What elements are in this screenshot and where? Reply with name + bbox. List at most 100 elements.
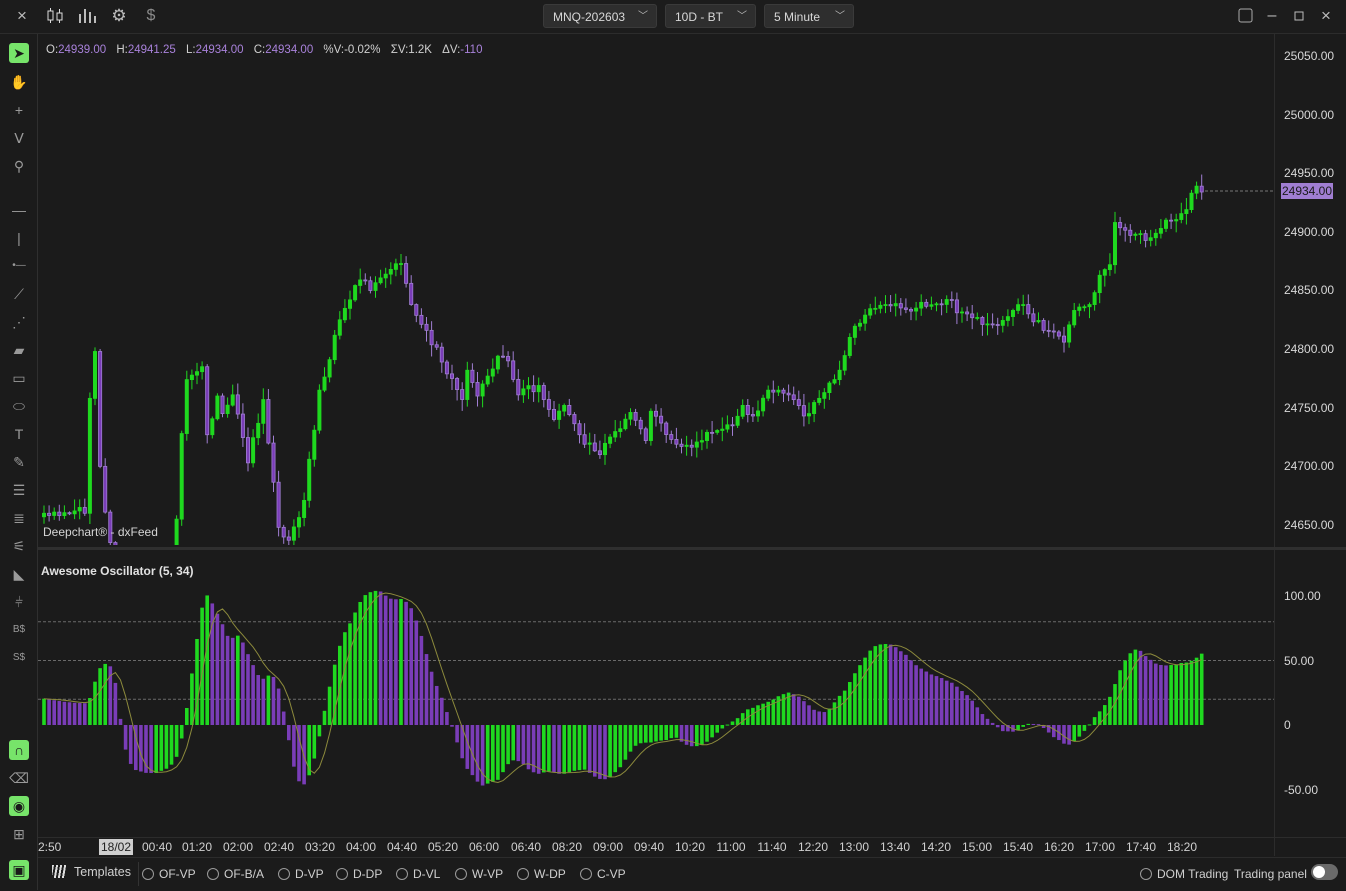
candle-down — [592, 442, 597, 452]
candle-down — [475, 382, 480, 397]
bottom-separator — [138, 862, 139, 886]
ao-bar — [149, 725, 153, 774]
ao-bar — [128, 725, 133, 764]
preset-radio-ddp[interactable]: D-DP — [336, 867, 382, 881]
ao-bar — [93, 681, 97, 725]
candle-up — [618, 428, 623, 432]
preset-radio-cvp[interactable]: C-VP — [580, 867, 626, 881]
candle-up — [1000, 320, 1005, 326]
candle-up — [490, 368, 495, 377]
ao-bar — [62, 701, 67, 725]
ray-icon[interactable]: •— — [9, 256, 29, 276]
dollar-icon[interactable]: $ — [140, 6, 162, 26]
crosshair-icon[interactable]: + — [9, 100, 29, 120]
preset-radio-dvp[interactable]: D-VP — [278, 867, 324, 881]
sell-order-icon[interactable]: S$ — [9, 648, 29, 668]
ao-bar — [511, 725, 515, 761]
ao-bar — [934, 676, 939, 725]
price-axis-label: 24800.00 — [1284, 342, 1335, 356]
volume-profile-icon[interactable]: ◣ — [9, 564, 29, 584]
candle-up — [480, 383, 485, 397]
ao-bar — [190, 673, 194, 725]
bar-chart-icon[interactable] — [76, 6, 98, 26]
chart-canvas[interactable] — [0, 0, 1346, 890]
vertical-line-icon[interactable]: | — [9, 228, 29, 248]
preset-label: W-DP — [534, 867, 566, 881]
preset-radio-dvl[interactable]: D-VL — [396, 867, 440, 881]
ao-bar — [378, 591, 383, 725]
templates-button[interactable]: Templates — [52, 865, 131, 879]
ao-bar — [965, 695, 969, 725]
select-icon[interactable]: ➤ — [9, 43, 29, 63]
add-pane-icon[interactable]: ⊞ — [9, 824, 29, 844]
candle-up — [1087, 304, 1092, 308]
ao-bar — [98, 668, 102, 725]
magnet-cursor-icon[interactable]: ⴸ — [9, 128, 29, 148]
maximize-icon[interactable] — [1288, 6, 1310, 26]
candle-up — [603, 442, 608, 456]
candle-down — [796, 399, 801, 406]
trend-line-icon[interactable]: ⟋ — [9, 284, 29, 304]
candle-up — [766, 389, 771, 399]
fib-fan-icon[interactable]: ⚟ — [9, 536, 29, 556]
eraser-icon[interactable]: ⌫ — [9, 768, 29, 788]
ao-bar — [883, 644, 888, 725]
time-axis-label: 14:20 — [920, 840, 952, 854]
eye-icon[interactable]: ◉ — [9, 796, 29, 816]
candle-down — [689, 444, 694, 448]
candle-up — [332, 334, 337, 361]
text-icon[interactable]: T — [9, 424, 29, 444]
rectangle-icon[interactable]: ▭ — [9, 368, 29, 388]
pencil-icon[interactable]: ✎ — [9, 452, 29, 472]
buy-order-icon[interactable]: B$ — [9, 620, 29, 640]
zoom-icon[interactable]: ⚲ — [9, 156, 29, 176]
ao-bar — [445, 712, 449, 725]
candle-up — [317, 389, 322, 431]
interval-dropdown[interactable]: 5 Minute ﹀ — [764, 4, 854, 28]
candle-up — [975, 317, 980, 319]
channel-icon[interactable]: ⋰ — [9, 312, 29, 332]
ao-bar — [368, 592, 373, 725]
minimize-icon[interactable]: – — [1261, 6, 1283, 26]
radio-icon — [396, 868, 408, 880]
range-icon[interactable]: ⫩ — [9, 592, 29, 612]
magnet-icon[interactable]: ∩ — [9, 740, 29, 760]
ellipse-icon[interactable]: ⬭ — [9, 396, 29, 416]
candle-down — [429, 329, 434, 346]
ao-bar — [832, 702, 837, 725]
ao-bar — [812, 709, 816, 725]
indicator-title[interactable]: Awesome Oscillator (5, 34) — [41, 564, 194, 578]
ao-bar — [751, 707, 755, 725]
preset-radio-ofvp[interactable]: OF-VP — [142, 867, 196, 881]
candle-up — [919, 301, 924, 309]
ruler-icon[interactable]: ▰ — [9, 340, 29, 360]
ao-bar — [904, 654, 908, 725]
preset-label: D-DP — [353, 867, 383, 881]
hand-icon[interactable]: ✋ — [9, 72, 29, 92]
candle-up — [694, 441, 699, 448]
lines-4-icon[interactable]: ≣ — [9, 508, 29, 528]
monitor-icon[interactable]: ▣ — [9, 860, 29, 880]
candle-up — [863, 314, 868, 324]
preset-radio-wdp[interactable]: W-DP — [517, 867, 566, 881]
preset-radio-wvp[interactable]: W-VP — [455, 867, 503, 881]
ao-bar — [179, 725, 184, 739]
dom-trading-radio[interactable]: DOM Trading — [1140, 867, 1228, 881]
candle-down — [460, 389, 465, 400]
symbol-dropdown[interactable]: MNQ-202603 ﹀ — [543, 4, 657, 28]
close-window-icon[interactable]: × — [1315, 6, 1337, 26]
candle-down — [750, 414, 755, 417]
gear-icon[interactable]: ⚙ — [108, 6, 130, 26]
pct-volume-value: -0.02% — [344, 44, 381, 56]
range-dropdown[interactable]: 10D - BT ﹀ — [665, 4, 756, 28]
candlestick-icon[interactable] — [44, 6, 66, 26]
close-icon[interactable]: × — [11, 6, 33, 26]
layout-icon[interactable] — [1235, 6, 1257, 26]
trading-panel-toggle[interactable] — [1311, 864, 1338, 880]
preset-label: W-VP — [472, 867, 504, 881]
ao-bar — [1082, 725, 1087, 731]
preset-radio-ofba[interactable]: OF-B/A — [207, 867, 264, 881]
lines-3-icon[interactable]: ☰ — [9, 480, 29, 500]
horizontal-line-icon[interactable]: — — [9, 200, 29, 220]
candle-up — [526, 385, 531, 390]
